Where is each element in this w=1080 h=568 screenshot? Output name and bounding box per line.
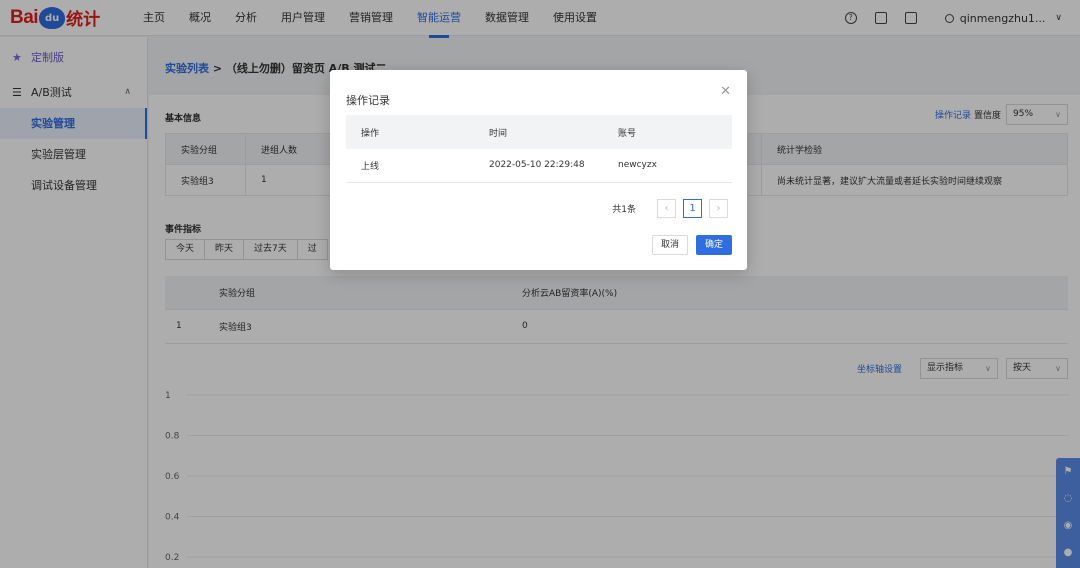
table-cell: 上线: [346, 149, 474, 183]
dialog-title: 操作记录: [346, 94, 390, 107]
col-header: 操作: [346, 115, 474, 149]
table-row: 上线 2022-05-10 22:29:48 newcyzx: [346, 149, 732, 183]
page-number[interactable]: 1: [683, 199, 702, 218]
table-cell: newcyzx: [603, 149, 732, 183]
next-page-icon[interactable]: ›: [709, 199, 728, 218]
prev-page-icon[interactable]: ‹: [657, 199, 676, 218]
pagination: 共1条 ‹ 1 ›: [612, 199, 728, 218]
table-cell: 2022-05-10 22:29:48: [474, 149, 603, 183]
op-record-dialog: 操作记录 ✕ 操作 时间 账号 上线 2022-05-10 22:29:48 n…: [330, 70, 747, 270]
close-icon[interactable]: ✕: [720, 84, 731, 99]
cancel-button[interactable]: 取消: [651, 235, 688, 255]
op-record-table: 操作 时间 账号 上线 2022-05-10 22:29:48 newcyzx: [346, 115, 732, 183]
col-header: 账号: [603, 115, 732, 149]
confirm-button[interactable]: 确定: [695, 235, 732, 255]
dialog-footer: 取消 确定: [644, 235, 732, 255]
col-header: 时间: [474, 115, 603, 149]
pagination-total: 共1条: [612, 205, 636, 215]
